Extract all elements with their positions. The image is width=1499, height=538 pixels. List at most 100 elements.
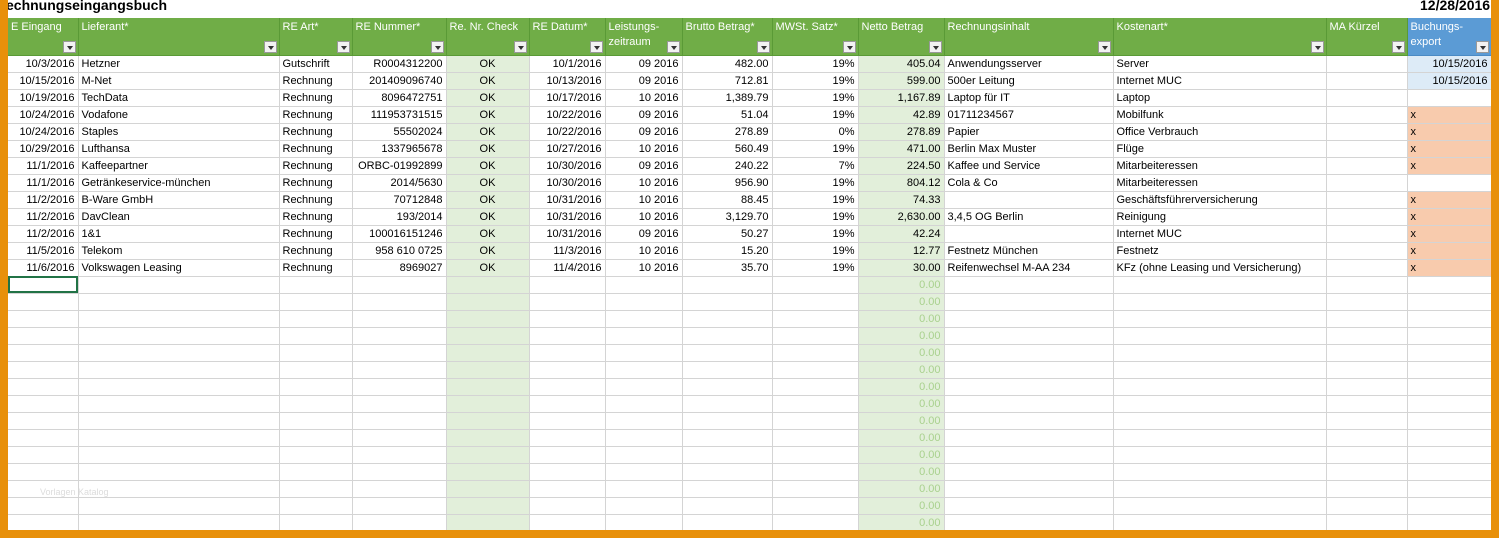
filter-dropdown-icon[interactable] [666,40,680,53]
empty-cell[interactable] [279,480,353,498]
empty-cell[interactable] [78,412,280,430]
table-cell[interactable]: Geschäftsführerversicherung [1113,191,1327,209]
table-cell[interactable]: 11/2/2016 [8,225,79,243]
empty-cell[interactable] [529,378,606,396]
empty-cell[interactable] [446,395,530,413]
column-header-1[interactable]: Lieferant* [78,18,280,56]
empty-cell[interactable] [944,463,1114,481]
column-header-8[interactable]: MWSt. Satz* [772,18,859,56]
empty-cell[interactable]: 0.00 [858,412,945,430]
empty-cell[interactable] [8,361,79,379]
filter-dropdown-icon[interactable] [430,40,444,53]
table-cell[interactable]: 100016151246 [352,225,447,243]
table-cell[interactable]: 09 2016 [605,106,683,124]
table-cell[interactable] [1326,259,1408,277]
empty-cell[interactable] [8,293,79,311]
empty-cell[interactable] [1113,497,1327,515]
empty-cell[interactable] [8,412,79,430]
empty-cell[interactable] [446,463,530,481]
empty-cell[interactable] [1113,412,1327,430]
empty-cell[interactable] [352,378,447,396]
empty-cell[interactable] [352,412,447,430]
table-cell[interactable] [1407,174,1491,192]
empty-cell[interactable]: 0.00 [858,378,945,396]
table-cell[interactable]: Festnetz [1113,242,1327,260]
filter-dropdown-icon[interactable] [1391,40,1405,53]
table-cell[interactable]: 42.24 [858,225,945,243]
empty-cell[interactable] [944,361,1114,379]
table-cell[interactable]: Internet MUC [1113,225,1327,243]
table-cell[interactable]: 19% [772,259,859,277]
table-cell[interactable]: OK [446,242,530,260]
table-cell[interactable] [1326,89,1408,107]
table-cell[interactable]: 3,4,5 OG Berlin [944,208,1114,226]
empty-cell[interactable] [529,514,606,530]
table-cell[interactable]: 10/29/2016 [8,140,79,158]
empty-cell[interactable]: 0.00 [858,497,945,515]
empty-cell[interactable] [944,497,1114,515]
empty-cell[interactable] [279,395,353,413]
table-cell[interactable]: 958 610 0725 [352,242,447,260]
empty-cell[interactable] [1326,276,1408,294]
table-cell[interactable]: 3,129.70 [682,208,773,226]
empty-cell[interactable] [1326,480,1408,498]
table-cell[interactable]: 8969027 [352,259,447,277]
table-cell[interactable]: 1&1 [78,225,280,243]
table-cell[interactable]: 2,630.00 [858,208,945,226]
empty-cell[interactable] [605,310,683,328]
empty-cell[interactable] [78,361,280,379]
empty-cell[interactable] [772,276,859,294]
empty-cell[interactable] [446,378,530,396]
empty-cell[interactable] [529,395,606,413]
empty-cell[interactable] [1407,480,1491,498]
table-cell[interactable] [1326,106,1408,124]
table-cell[interactable]: Rechnung [279,208,353,226]
empty-cell[interactable] [1326,412,1408,430]
empty-cell[interactable]: 0.00 [858,361,945,379]
empty-cell[interactable] [772,361,859,379]
column-header-0[interactable]: E Eingang [8,18,79,56]
table-cell[interactable]: Rechnung [279,140,353,158]
column-header-10[interactable]: Rechnungsinhalt [944,18,1114,56]
table-cell[interactable]: 12.77 [858,242,945,260]
table-cell[interactable] [1326,208,1408,226]
table-cell[interactable]: 10/22/2016 [529,106,606,124]
empty-cell[interactable] [772,480,859,498]
table-cell[interactable]: x [1407,106,1491,124]
empty-cell[interactable] [1113,514,1327,530]
empty-cell[interactable] [529,327,606,345]
table-cell[interactable]: Rechnung [279,225,353,243]
empty-cell[interactable] [446,514,530,530]
empty-cell[interactable] [78,514,280,530]
empty-cell[interactable] [529,463,606,481]
empty-cell[interactable] [352,310,447,328]
table-cell[interactable]: x [1407,157,1491,175]
empty-cell[interactable] [446,497,530,515]
table-cell[interactable]: ORBC-01992899 [352,157,447,175]
empty-cell[interactable] [279,276,353,294]
table-cell[interactable]: M-Net [78,72,280,90]
table-cell[interactable] [944,191,1114,209]
empty-cell[interactable] [605,293,683,311]
table-cell[interactable]: x [1407,225,1491,243]
empty-cell[interactable] [352,446,447,464]
empty-cell[interactable] [1407,514,1491,530]
table-cell[interactable]: 10/22/2016 [529,123,606,141]
table-cell[interactable]: 10/24/2016 [8,123,79,141]
table-cell[interactable]: x [1407,242,1491,260]
empty-cell[interactable] [944,395,1114,413]
empty-cell[interactable] [772,429,859,447]
table-cell[interactable]: 8096472751 [352,89,447,107]
column-header-12[interactable]: MA Kürzel [1326,18,1408,56]
empty-cell[interactable] [1113,293,1327,311]
empty-cell[interactable]: 0.00 [858,310,945,328]
table-cell[interactable]: Papier [944,123,1114,141]
empty-cell[interactable]: 0.00 [858,276,945,294]
table-cell[interactable]: 10 2016 [605,242,683,260]
empty-cell[interactable] [279,497,353,515]
table-cell[interactable]: 10/1/2016 [529,55,606,73]
empty-cell[interactable] [682,344,773,362]
column-header-9[interactable]: Netto Betrag [858,18,945,56]
table-cell[interactable]: 19% [772,72,859,90]
empty-cell[interactable] [1113,276,1327,294]
